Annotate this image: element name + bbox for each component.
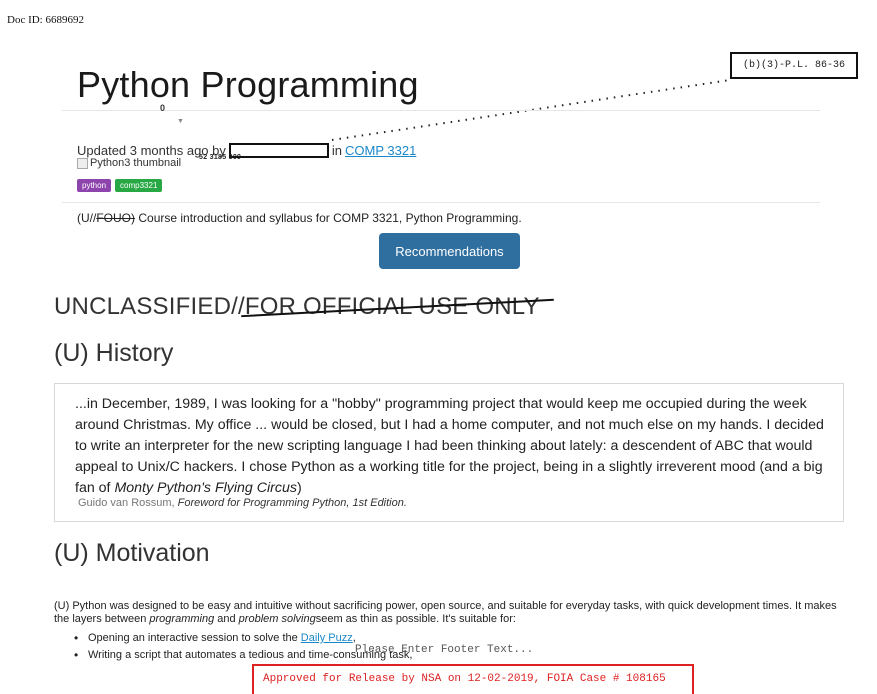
motivation-paragraph: (U) Python was designed to be easy and i… [54,600,844,626]
classification-banner: UNCLASSIFIED//FOR OFFICIAL USE ONLY [54,293,540,321]
classification-struck: FOR OFFICIAL USE ONLY [244,293,540,320]
tag-list: python comp3321 [77,179,163,192]
motivation-heading: (U) Motivation [54,539,210,567]
release-stamp: Approved for Release by NSA on 12-02-201… [252,664,694,694]
motivation-em: problem solving [238,613,316,625]
broken-image-icon [77,157,88,169]
portion-marking-struck: FOUO) [96,211,136,225]
page-title: Python Programming [77,64,419,105]
updated-line: Updated 3 months ago by in COMP 3321 [77,143,416,158]
view-stats: 52 3185 309 [199,154,242,161]
motivation-text: and [214,613,239,625]
exemption-label: (b)(3)-P.L. 86-36 [730,52,858,79]
tag-comp3321[interactable]: comp3321 [115,179,163,192]
quote-source: Foreword for Programming Python, 1st Edi… [177,497,407,509]
classification-level: UNCLASSIFIED// [54,293,245,320]
quote-text: ...in December, 1989, I was looking for … [75,394,825,499]
quote-author: Guido van Rossum, [78,497,178,509]
vote-count: 0 [160,103,166,113]
tag-python[interactable]: python [77,179,112,192]
thumbnail-alt: Python3 thumbnail [90,157,182,169]
divider [62,110,820,111]
thumbnail: Python3 thumbnail [77,157,181,169]
portion-marking: (U// [77,211,97,225]
motivation-em: programming [149,613,215,625]
divider [62,202,820,203]
summary-text: Course introduction and syllabus for COM… [135,211,522,225]
in-label: in [331,143,343,158]
course-link[interactable]: COMP 3321 [345,143,416,158]
motivation-text: seem as thin as possible. It's suitable … [315,613,516,625]
list-item-text: , [352,632,356,644]
quote-citation: Guido van Rossum, Foreword for Programmi… [78,497,407,509]
summary: (U//FOUO) Course introduction and syllab… [77,211,522,225]
list-item-text: Opening an interactive session to solve … [88,632,301,644]
daily-puzz-link[interactable]: Daily Puzz [301,632,353,644]
history-quote: ...in December, 1989, I was looking for … [54,383,844,522]
redacted-author [228,143,329,158]
footer-placeholder: Please Enter Footer Text... [355,644,534,656]
quote-end: ) [296,480,302,496]
quote-italic: Monty Python's Flying Circus [114,480,297,496]
recommendations-button[interactable]: Recommendations [379,233,520,269]
history-heading: (U) History [54,339,174,367]
vote-down-icon[interactable]: ▼ [177,118,184,125]
